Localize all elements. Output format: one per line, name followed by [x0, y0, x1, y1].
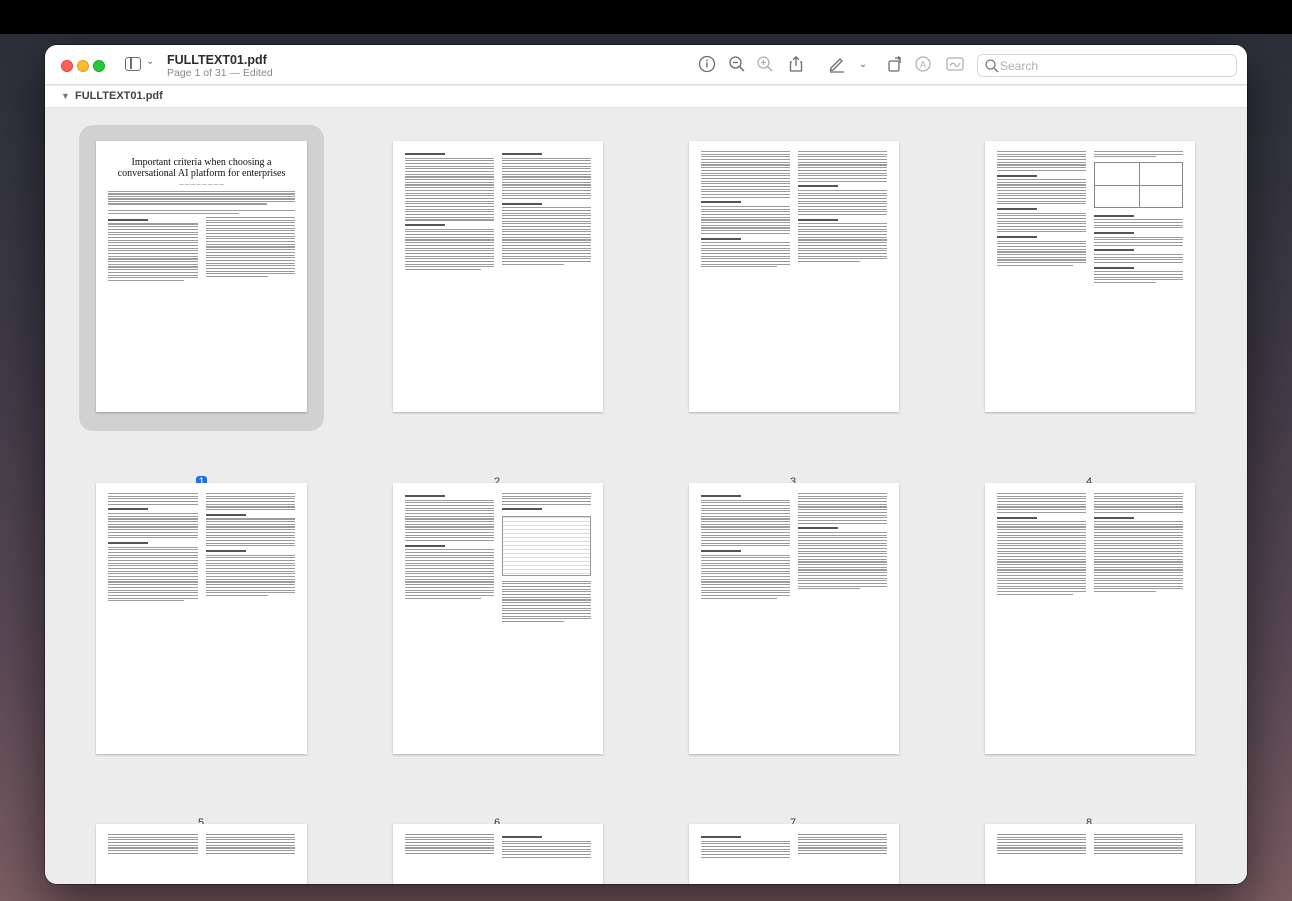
page-thumbnail[interactable] [689, 141, 899, 412]
rotate-icon[interactable] [885, 55, 905, 75]
document-path-label: FULLTEXT01.pdf [75, 90, 163, 102]
figure-diagram [1094, 162, 1183, 209]
document-subtitle: Page 1 of 31 — Edited [167, 67, 273, 79]
info-icon[interactable] [697, 55, 717, 75]
page-authors: — — — — — — — — [179, 182, 224, 187]
chevron-down-icon[interactable]: ▼ [61, 91, 70, 101]
page-thumbnail[interactable] [96, 483, 307, 754]
page-thumbnail[interactable] [393, 141, 603, 412]
page-thumbnail[interactable] [985, 483, 1195, 754]
markup-pen-icon[interactable] [827, 55, 847, 75]
document-title: FULLTEXT01.pdf [167, 53, 267, 67]
document-path-bar: ▼ FULLTEXT01.pdf [45, 86, 1247, 108]
page-thumbnail[interactable] [985, 141, 1195, 412]
chevron-down-icon[interactable]: ⌄ [146, 56, 154, 67]
results-table-figure [502, 516, 591, 577]
page-thumbnail[interactable] [393, 824, 603, 884]
search-field[interactable] [977, 54, 1237, 77]
zoom-in-icon[interactable] [755, 55, 775, 75]
search-input[interactable] [1000, 58, 1230, 74]
share-icon[interactable] [786, 55, 806, 75]
page-thumbnail[interactable] [393, 483, 603, 754]
sidebar-icon[interactable] [125, 57, 141, 71]
page-thumbnail[interactable] [689, 824, 899, 884]
minimize-window-button[interactable] [77, 60, 89, 72]
page-thumbnail[interactable]: Important criteria when choosing a conve… [96, 141, 307, 412]
zoom-window-button[interactable] [93, 60, 105, 72]
close-window-button[interactable] [61, 60, 73, 72]
chevron-down-icon[interactable]: ⌄ [853, 55, 873, 75]
signature-icon[interactable] [945, 55, 965, 75]
page-thumbnail[interactable] [96, 824, 307, 884]
form-fill-icon[interactable]: A [913, 55, 933, 75]
zoom-out-icon[interactable] [727, 55, 747, 75]
svg-text:A: A [920, 60, 926, 70]
page-title: Important criteria when choosing a conve… [117, 157, 286, 179]
page-thumbnail[interactable] [689, 483, 899, 754]
thumbnail-grid[interactable]: Important criteria when choosing a conve… [45, 108, 1247, 884]
preview-window: ⌄ FULLTEXT01.pdf Page 1 of 31 — Edited ⌄… [45, 45, 1247, 884]
page-thumbnail[interactable] [985, 824, 1195, 884]
menu-bar [0, 0, 1292, 34]
title-bar: ⌄ FULLTEXT01.pdf Page 1 of 31 — Edited ⌄… [45, 45, 1247, 85]
search-icon [984, 58, 1000, 74]
